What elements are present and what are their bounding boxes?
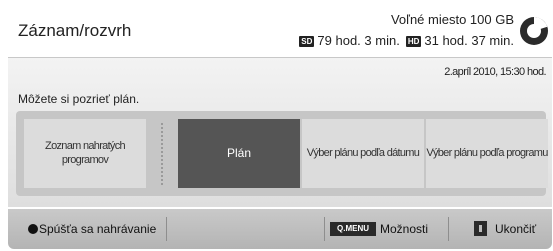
footer-divider <box>324 217 325 241</box>
menu-separator <box>161 123 163 185</box>
menu-item-recorded-programs[interactable]: Zoznam nahratých programov <box>24 119 146 188</box>
remaining-time-info: SD 79 hod. 3 min. HD 31 hod. 37 min. <box>299 33 514 48</box>
menu-tray: Zoznam nahratých programov Plán Výber pl… <box>16 111 548 196</box>
options-button[interactable]: Možnosti <box>380 222 428 236</box>
info-text: Môžete si pozrieť plán. <box>18 92 140 106</box>
record-icon <box>28 224 38 234</box>
page-title: Záznam/rozvrh <box>18 21 132 40</box>
hd-remaining-time: 31 hod. 37 min. <box>424 33 514 48</box>
footer-divider <box>166 217 167 241</box>
schedule-panel: 2.apríl 2010, 15:30 hod. Môžete si pozri… <box>8 57 552 207</box>
exit-icon[interactable] <box>474 221 487 236</box>
sd-badge: SD <box>299 36 315 47</box>
hd-badge: HD <box>405 36 422 47</box>
footer-divider <box>448 217 449 241</box>
disk-usage-icon <box>520 17 548 45</box>
recording-schedule-screen: Záznam/rozvrh Voľné miesto 100 GB SD 79 h… <box>8 5 552 249</box>
record-status-label: Spúšťa sa nahrávanie <box>39 222 157 236</box>
menu-item-schedule-by-program[interactable]: Výber plánu podľa programu <box>426 119 548 188</box>
menu-item-schedule[interactable]: Plán <box>178 119 300 188</box>
exit-button[interactable]: Ukončiť <box>495 222 536 236</box>
header: Záznam/rozvrh Voľné miesto 100 GB SD 79 h… <box>8 5 552 57</box>
footer-bar: Spúšťa sa nahrávanie Q.MENU Možnosti Uko… <box>8 209 552 249</box>
qmenu-button-icon[interactable]: Q.MENU <box>330 222 376 236</box>
sd-remaining-time: 79 hod. 3 min. <box>317 33 400 48</box>
free-space-label: Voľné miesto 100 GB <box>390 12 514 27</box>
current-datetime: 2.apríl 2010, 15:30 hod. <box>444 66 546 78</box>
menu-item-schedule-by-date[interactable]: Výber plánu podľa dátumu <box>302 119 424 188</box>
